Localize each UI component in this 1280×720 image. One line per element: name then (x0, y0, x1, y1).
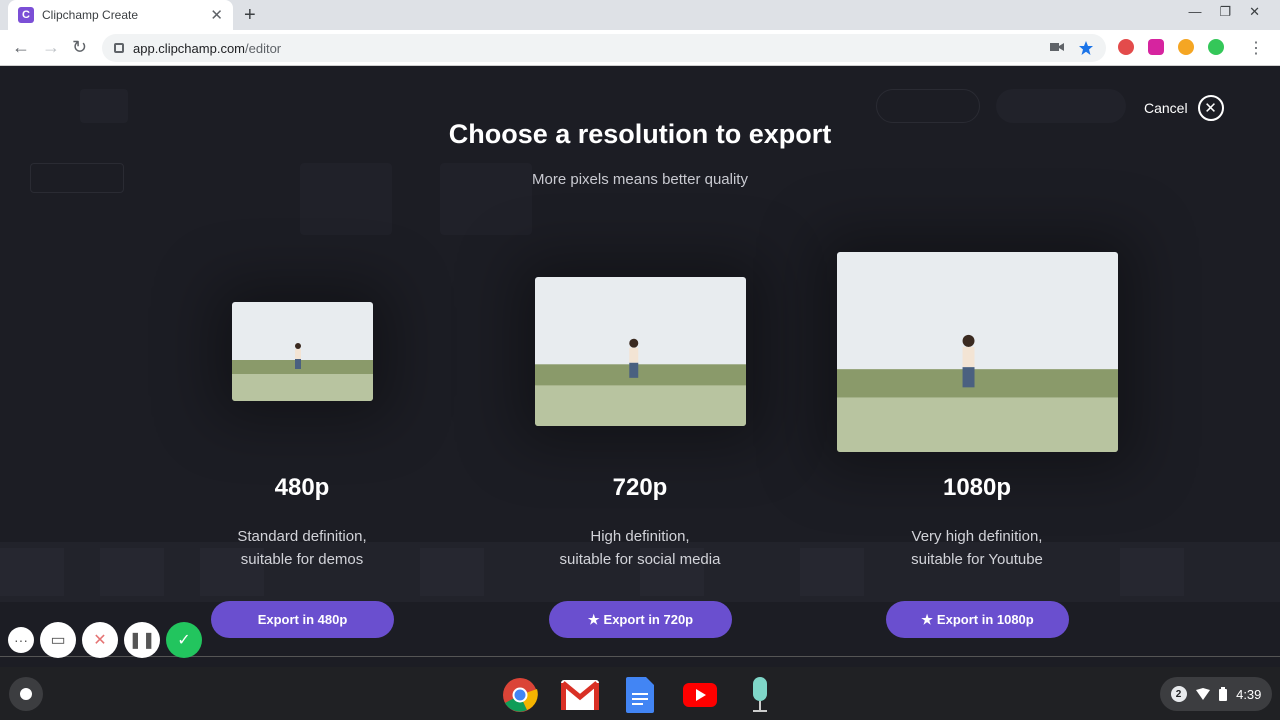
new-tab-button[interactable]: + (244, 4, 256, 27)
grammarly-icon[interactable] (1208, 39, 1224, 55)
browser-tab[interactable]: C Clipchamp Create ✕ (8, 0, 233, 30)
preview-thumbnail-1080p (837, 252, 1118, 452)
system-tray[interactable]: 2 4:39 (1160, 677, 1272, 711)
wifi-icon (1195, 688, 1210, 700)
youtube-icon[interactable] (680, 675, 720, 715)
extension-icon[interactable] (1178, 39, 1194, 55)
preview-thumbnail-480p (232, 302, 373, 401)
timeline-clip (0, 548, 64, 596)
close-window-icon[interactable]: ✕ (1249, 4, 1260, 20)
chrome-icon[interactable] (500, 675, 540, 715)
restore-icon[interactable]: ❐ (1219, 4, 1231, 20)
camera-toggle-icon[interactable]: ▭ (40, 622, 76, 658)
clipchamp-favicon-icon: C (18, 7, 34, 23)
microphone-app-icon[interactable] (740, 675, 780, 715)
url-text: app.clipchamp.com/editor (133, 40, 282, 56)
discard-recording-icon[interactable]: ✕ (82, 622, 118, 658)
clock: 4:39 (1236, 686, 1262, 702)
os-shelf: 2 4:39 (0, 667, 1280, 720)
premium-star-icon: ★ (587, 611, 600, 627)
battery-icon (1218, 687, 1227, 701)
bg-editor-element (876, 89, 980, 123)
modal-subtitle: More pixels means better quality (532, 171, 748, 188)
address-bar[interactable]: app.clipchamp.com/editor (102, 34, 1106, 62)
gmail-icon[interactable] (560, 675, 600, 715)
reload-icon[interactable]: ↻ (72, 37, 87, 58)
instagram-icon[interactable] (1148, 39, 1164, 55)
more-options-icon[interactable]: ··· (8, 627, 34, 653)
editor-app: Choose a resolution to export More pixel… (0, 67, 1280, 660)
extensions-bar (1118, 39, 1224, 55)
camera-icon[interactable] (1050, 40, 1064, 54)
browser-menu-icon[interactable]: ⋮ (1248, 38, 1264, 58)
resolution-480p-description: Standard definition, suitable for demos (237, 528, 367, 568)
resolution-720p-title: 720p (612, 474, 668, 501)
tab-close-icon[interactable]: ✕ (210, 6, 223, 24)
lock-icon (114, 43, 124, 53)
export-720p-button[interactable]: ★ Export in 720p (549, 601, 732, 638)
cancel-button[interactable]: Cancel ✕ (1144, 95, 1224, 121)
google-docs-icon[interactable] (620, 675, 660, 715)
timeline-clip (1120, 548, 1184, 596)
resolution-720p-description: High definition, suitable for social med… (559, 528, 721, 568)
cancel-label: Cancel (1144, 100, 1188, 116)
premium-star-icon: ★ (921, 611, 933, 627)
bg-editor-element (80, 89, 128, 123)
resolution-480p-title: 480p (274, 474, 330, 501)
tab-title: Clipchamp Create (42, 8, 139, 22)
launcher-icon (20, 688, 32, 700)
pause-icon[interactable]: ❚❚ (124, 622, 160, 658)
bookmark-star-icon[interactable] (1078, 40, 1094, 56)
preview-thumbnail-720p (535, 277, 746, 426)
export-1080p-button[interactable]: ★ Export in 1080p (886, 601, 1069, 638)
bg-editor-element (996, 89, 1126, 123)
resolution-1080p-description: Very high definition, suitable for Youtu… (911, 528, 1043, 568)
browser-tab-bar: C Clipchamp Create ✕ + — ❐ ✕ (0, 0, 1280, 30)
finish-recording-icon[interactable]: ✓ (166, 622, 202, 658)
browser-toolbar: ← → ↻ app.clipchamp.com/editor ⋮ (0, 30, 1280, 66)
export-480p-button[interactable]: Export in 480p (211, 601, 394, 638)
shelf-apps (500, 675, 780, 715)
back-icon[interactable]: ← (12, 37, 30, 58)
forward-icon[interactable]: → (42, 37, 60, 58)
extension-icon[interactable] (1118, 39, 1134, 55)
modal-title: Choose a resolution to export (448, 119, 832, 149)
launcher-button[interactable] (9, 677, 43, 711)
screen-recorder-controls: ··· ▭ ✕ ❚❚ ✓ (8, 622, 202, 658)
notification-count-badge: 2 (1170, 686, 1187, 702)
minimize-icon[interactable]: — (1188, 4, 1201, 20)
close-circle-icon: ✕ (1197, 95, 1224, 121)
resolution-1080p-title: 1080p (942, 474, 1012, 501)
window-controls: — ❐ ✕ (1188, 4, 1260, 20)
